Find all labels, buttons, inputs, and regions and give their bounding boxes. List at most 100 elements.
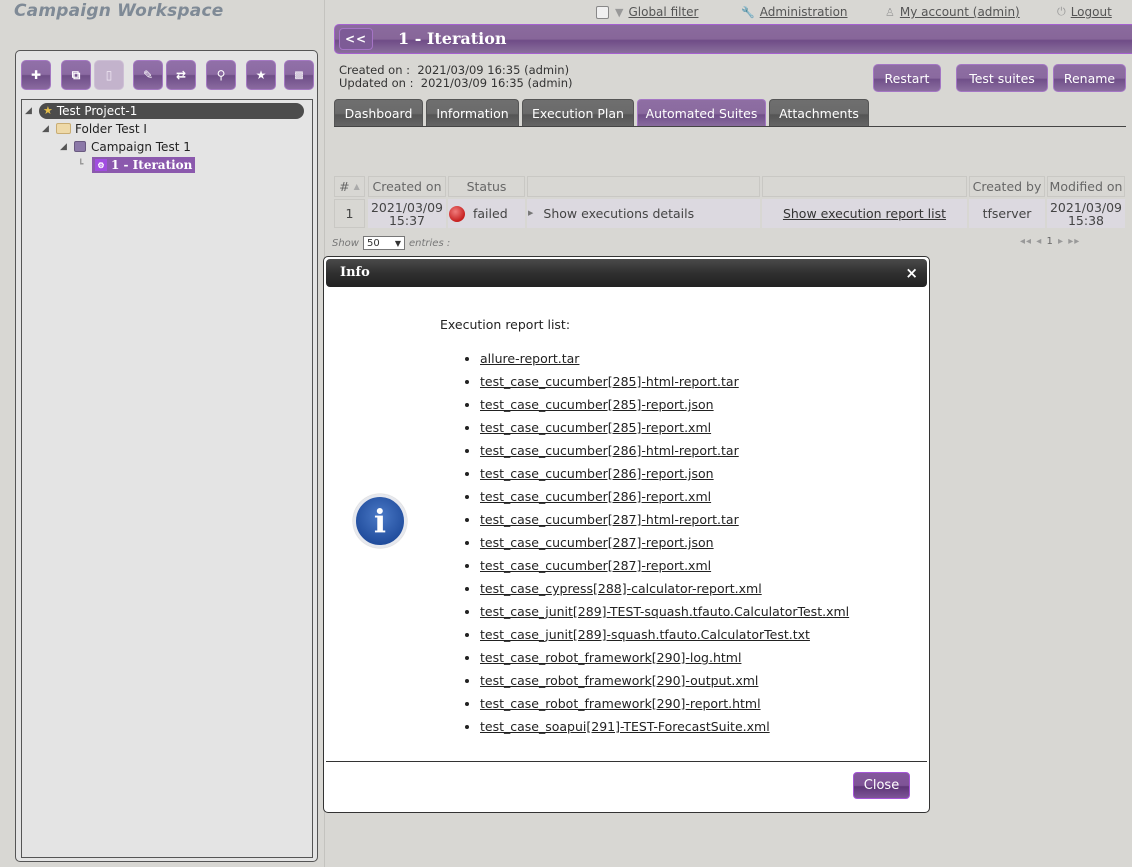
report-link[interactable]: test_case_robot_framework[290]-output.xm… [480, 673, 758, 688]
dialog-titlebar[interactable]: Info × [326, 259, 927, 287]
add-button[interactable]: ✚ [21, 60, 51, 90]
logout-nav: ⏻ Logout [1057, 4, 1112, 20]
report-link[interactable]: test_case_cucumber[285]-html-report.tar [480, 374, 739, 389]
updated-label: Updated on : [339, 76, 414, 90]
move-button[interactable]: ⇄ [166, 60, 196, 90]
power-icon: ⏻ [1057, 5, 1066, 18]
report-list-item: test_case_robot_framework[290]-output.xm… [480, 669, 849, 692]
report-list-item: allure-report.tar [480, 347, 849, 370]
next-page-button[interactable]: ▸ [1058, 236, 1064, 247]
restart-button[interactable]: Restart [873, 64, 941, 92]
column-header-modified-on[interactable]: Modified on [1047, 176, 1125, 197]
column-header-created-by[interactable]: Created by [969, 176, 1045, 197]
last-page-button[interactable]: ▸▸ [1068, 236, 1080, 247]
delete-button[interactable]: ▩ [284, 60, 314, 90]
report-link[interactable]: test_case_cucumber[286]-html-report.tar [480, 443, 739, 458]
report-list-item: test_case_cucumber[285]-report.json [480, 393, 849, 416]
created-label: Created on : [339, 63, 411, 77]
tree-expander-icon[interactable]: ◢ [25, 106, 35, 116]
first-page-button[interactable]: ◂◂ [1020, 236, 1032, 247]
paste-button[interactable]: ▯ [94, 60, 124, 90]
tab-automated-suites[interactable]: Automated Suites [637, 99, 766, 127]
page-header: << 1 - Iteration [334, 24, 1132, 54]
column-header-created-on[interactable]: Created on [368, 176, 446, 197]
trash-icon: ▩ [294, 69, 304, 81]
report-link[interactable]: test_case_robot_framework[290]-log.html [480, 650, 741, 665]
row-modified-on: 2021/03/09 15:38 [1047, 199, 1125, 228]
report-link[interactable]: allure-report.tar [480, 351, 579, 366]
report-list: allure-report.tar test_case_cucumber[285]… [440, 347, 849, 738]
show-executions-details[interactable]: Show executions details [543, 207, 694, 220]
tree-node-project[interactable]: ◢ ★ Test Project-1 [25, 102, 304, 119]
close-icon[interactable]: × [905, 264, 918, 282]
gears-icon: ⚙ [95, 158, 107, 171]
report-link[interactable]: test_case_cucumber[287]-html-report.tar [480, 512, 739, 527]
tabs-divider [334, 126, 1126, 127]
back-button[interactable]: << [339, 28, 373, 50]
tab-dashboard[interactable]: Dashboard [334, 99, 423, 127]
tree-node-folder[interactable]: ◢ Folder Test I [42, 120, 147, 137]
tree-node-iteration[interactable]: ┗ ⚙ 1 - Iteration [78, 156, 196, 173]
report-link[interactable]: test_case_cucumber[286]-report.json [480, 466, 714, 481]
row-created-on: 2021/03/09 15:37 [368, 199, 446, 228]
user-icon: ♙ [885, 5, 895, 19]
report-list-item: test_case_junit[289]-squash.tfauto.Calcu… [480, 623, 849, 646]
tree-toolbar: ✚ ⧉ ▯ ✎ ⇄ ⚲ ★ ▩ [21, 60, 314, 92]
swap-arrows-icon: ⇄ [175, 68, 187, 82]
audit-info: Created on : 2021/03/09 16:35 (admin) Up… [339, 64, 573, 90]
tree-view: ◢ ★ Test Project-1 ◢ Folder Test I ◢ Cam… [21, 99, 313, 858]
report-link[interactable]: test_case_soapui[291]-TEST-ForecastSuite… [480, 719, 770, 734]
tree-expander-icon[interactable]: ◢ [60, 142, 70, 152]
expand-arrow-icon[interactable]: ▶ [528, 207, 533, 220]
close-button[interactable]: Close [853, 772, 910, 799]
tab-execution-plan[interactable]: Execution Plan [522, 99, 634, 127]
report-link[interactable]: test_case_cypress[288]-calculator-report… [480, 581, 762, 596]
report-link[interactable]: test_case_robot_framework[290]-report.ht… [480, 696, 761, 711]
report-link[interactable]: test_case_cucumber[287]-report.xml [480, 558, 711, 573]
star-icon: ★ [43, 104, 53, 117]
prev-page-button[interactable]: ◂ [1036, 236, 1042, 247]
rename-iteration-button[interactable]: Rename [1053, 64, 1126, 92]
row-details[interactable]: ▶ Show executions details [527, 199, 760, 228]
my-account-link[interactable]: My account (admin) [900, 5, 1020, 19]
tab-information[interactable]: Information [426, 99, 519, 127]
pagination: ◂◂ ◂ 1 ▸ ▸▸ [1020, 236, 1080, 247]
report-link[interactable]: test_case_cucumber[285]-report.xml [480, 420, 711, 435]
column-header-number[interactable]: # ▲ [334, 176, 365, 197]
global-filter-checkbox[interactable] [596, 5, 609, 19]
report-link[interactable]: test_case_junit[289]-squash.tfauto.Calcu… [480, 627, 810, 642]
report-link[interactable]: test_case_junit[289]-TEST-squash.tfauto.… [480, 604, 849, 619]
copy-button[interactable]: ⧉ [61, 60, 91, 90]
column-header-status[interactable]: Status [448, 176, 525, 197]
column-header-details[interactable] [527, 176, 760, 197]
tree-expander-icon[interactable]: ◢ [42, 124, 52, 134]
show-execution-report-list-link[interactable]: Show execution report list [783, 207, 946, 220]
test-suites-button[interactable]: Test suites [956, 64, 1048, 92]
my-account-nav: ♙ My account (admin) [885, 4, 1020, 20]
tree-node-campaign[interactable]: ◢ Campaign Test 1 [60, 138, 191, 155]
global-filter-link[interactable]: Global filter [628, 5, 698, 19]
administration-link[interactable]: Administration [760, 5, 848, 19]
search-button[interactable]: ⚲ [206, 60, 236, 90]
report-list-item: test_case_cucumber[287]-html-report.tar [480, 508, 849, 531]
report-link[interactable]: test_case_cucumber[286]-report.xml [480, 489, 711, 504]
report-list-item: test_case_cucumber[286]-report.xml [480, 485, 849, 508]
tab-attachments[interactable]: Attachments [769, 99, 869, 127]
report-list-item: test_case_cucumber[285]-report.xml [480, 416, 849, 439]
magnifier-icon: ⚲ [216, 68, 226, 82]
report-link[interactable]: test_case_cucumber[287]-report.json [480, 535, 714, 550]
column-header-reports[interactable] [762, 176, 967, 197]
page-number[interactable]: 1 [1046, 236, 1053, 247]
page-size-select[interactable]: 50 ▼ [362, 236, 405, 250]
rename-button[interactable]: ✎ [133, 60, 163, 90]
report-list-item: test_case_cucumber[287]-report.json [480, 531, 849, 554]
report-list-item: test_case_soapui[291]-TEST-ForecastSuite… [480, 715, 849, 738]
logout-link[interactable]: Logout [1071, 5, 1112, 19]
created-value: 2021/03/09 16:35 (admin) [417, 63, 570, 77]
report-list-item: test_case_robot_framework[290]-log.html [480, 646, 849, 669]
info-dialog: Info × i Execution report list: allure-r… [323, 256, 930, 813]
report-link[interactable]: test_case_cucumber[285]-report.json [480, 397, 714, 412]
tree-node-label: Test Project-1 [56, 103, 138, 118]
star-icon: ★ [255, 68, 267, 82]
favorite-button[interactable]: ★ [246, 60, 276, 90]
